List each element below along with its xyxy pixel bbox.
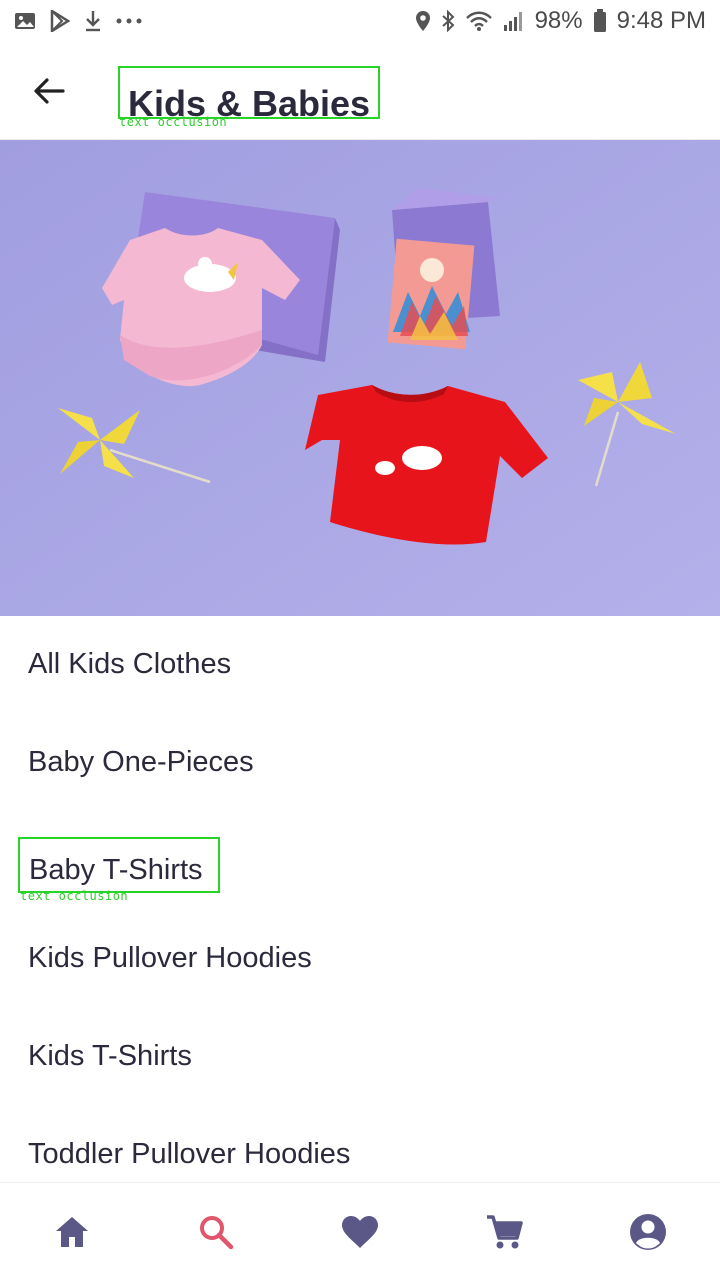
more-icon xyxy=(116,17,142,25)
bottom-navigation xyxy=(0,1182,720,1280)
play-store-icon xyxy=(50,10,70,32)
occlusion-annotation-baby-t-shirts: text occlusion xyxy=(20,889,129,903)
category-item-kids-t-shirts[interactable]: Kids T-Shirts xyxy=(28,1040,192,1073)
category-item-all-kids-clothes[interactable]: All Kids Clothes xyxy=(28,648,231,681)
app-bar: Kids & Babies text occlusion xyxy=(0,42,720,140)
occlusion-annotation-title: text occlusion xyxy=(119,115,228,129)
category-item-baby-one-pieces[interactable]: Baby One-Pieces xyxy=(28,746,254,779)
nav-home-button[interactable] xyxy=(36,1196,108,1268)
account-icon xyxy=(630,1213,666,1250)
location-icon xyxy=(415,10,431,32)
back-button[interactable] xyxy=(22,68,76,114)
arrow-left-icon xyxy=(34,78,65,104)
nav-search-button[interactable] xyxy=(180,1196,252,1268)
clock: 9:48 PM xyxy=(616,7,706,34)
download-icon xyxy=(84,10,102,32)
status-right: 98% 9:48 PM xyxy=(415,7,706,35)
home-icon xyxy=(56,1216,88,1247)
category-item-kids-pullover-hoodies[interactable]: Kids Pullover Hoodies xyxy=(28,942,312,975)
hero-banner-image xyxy=(0,140,720,616)
gallery-icon xyxy=(14,11,36,31)
signal-icon xyxy=(503,10,525,32)
bluetooth-icon xyxy=(441,10,455,32)
nav-account-button[interactable] xyxy=(612,1196,684,1268)
category-item-baby-t-shirts[interactable]: Baby T-Shirts xyxy=(18,837,220,893)
category-item-toddler-pullover-hoodies[interactable]: Toddler Pullover Hoodies xyxy=(28,1138,350,1171)
search-icon xyxy=(200,1215,234,1249)
page-title: Kids & Babies xyxy=(118,66,380,119)
cart-icon xyxy=(487,1214,523,1248)
category-list: All Kids Clothes Baby One-Pieces Baby T-… xyxy=(0,616,720,1182)
heart-icon xyxy=(342,1215,378,1248)
battery-icon xyxy=(593,9,607,33)
status-left xyxy=(14,10,142,32)
nav-favorites-button[interactable] xyxy=(324,1196,396,1268)
wifi-icon xyxy=(465,10,493,32)
nav-cart-button[interactable] xyxy=(468,1196,540,1268)
battery-percent: 98% xyxy=(534,7,583,34)
status-bar: 98% 9:48 PM xyxy=(0,0,720,42)
